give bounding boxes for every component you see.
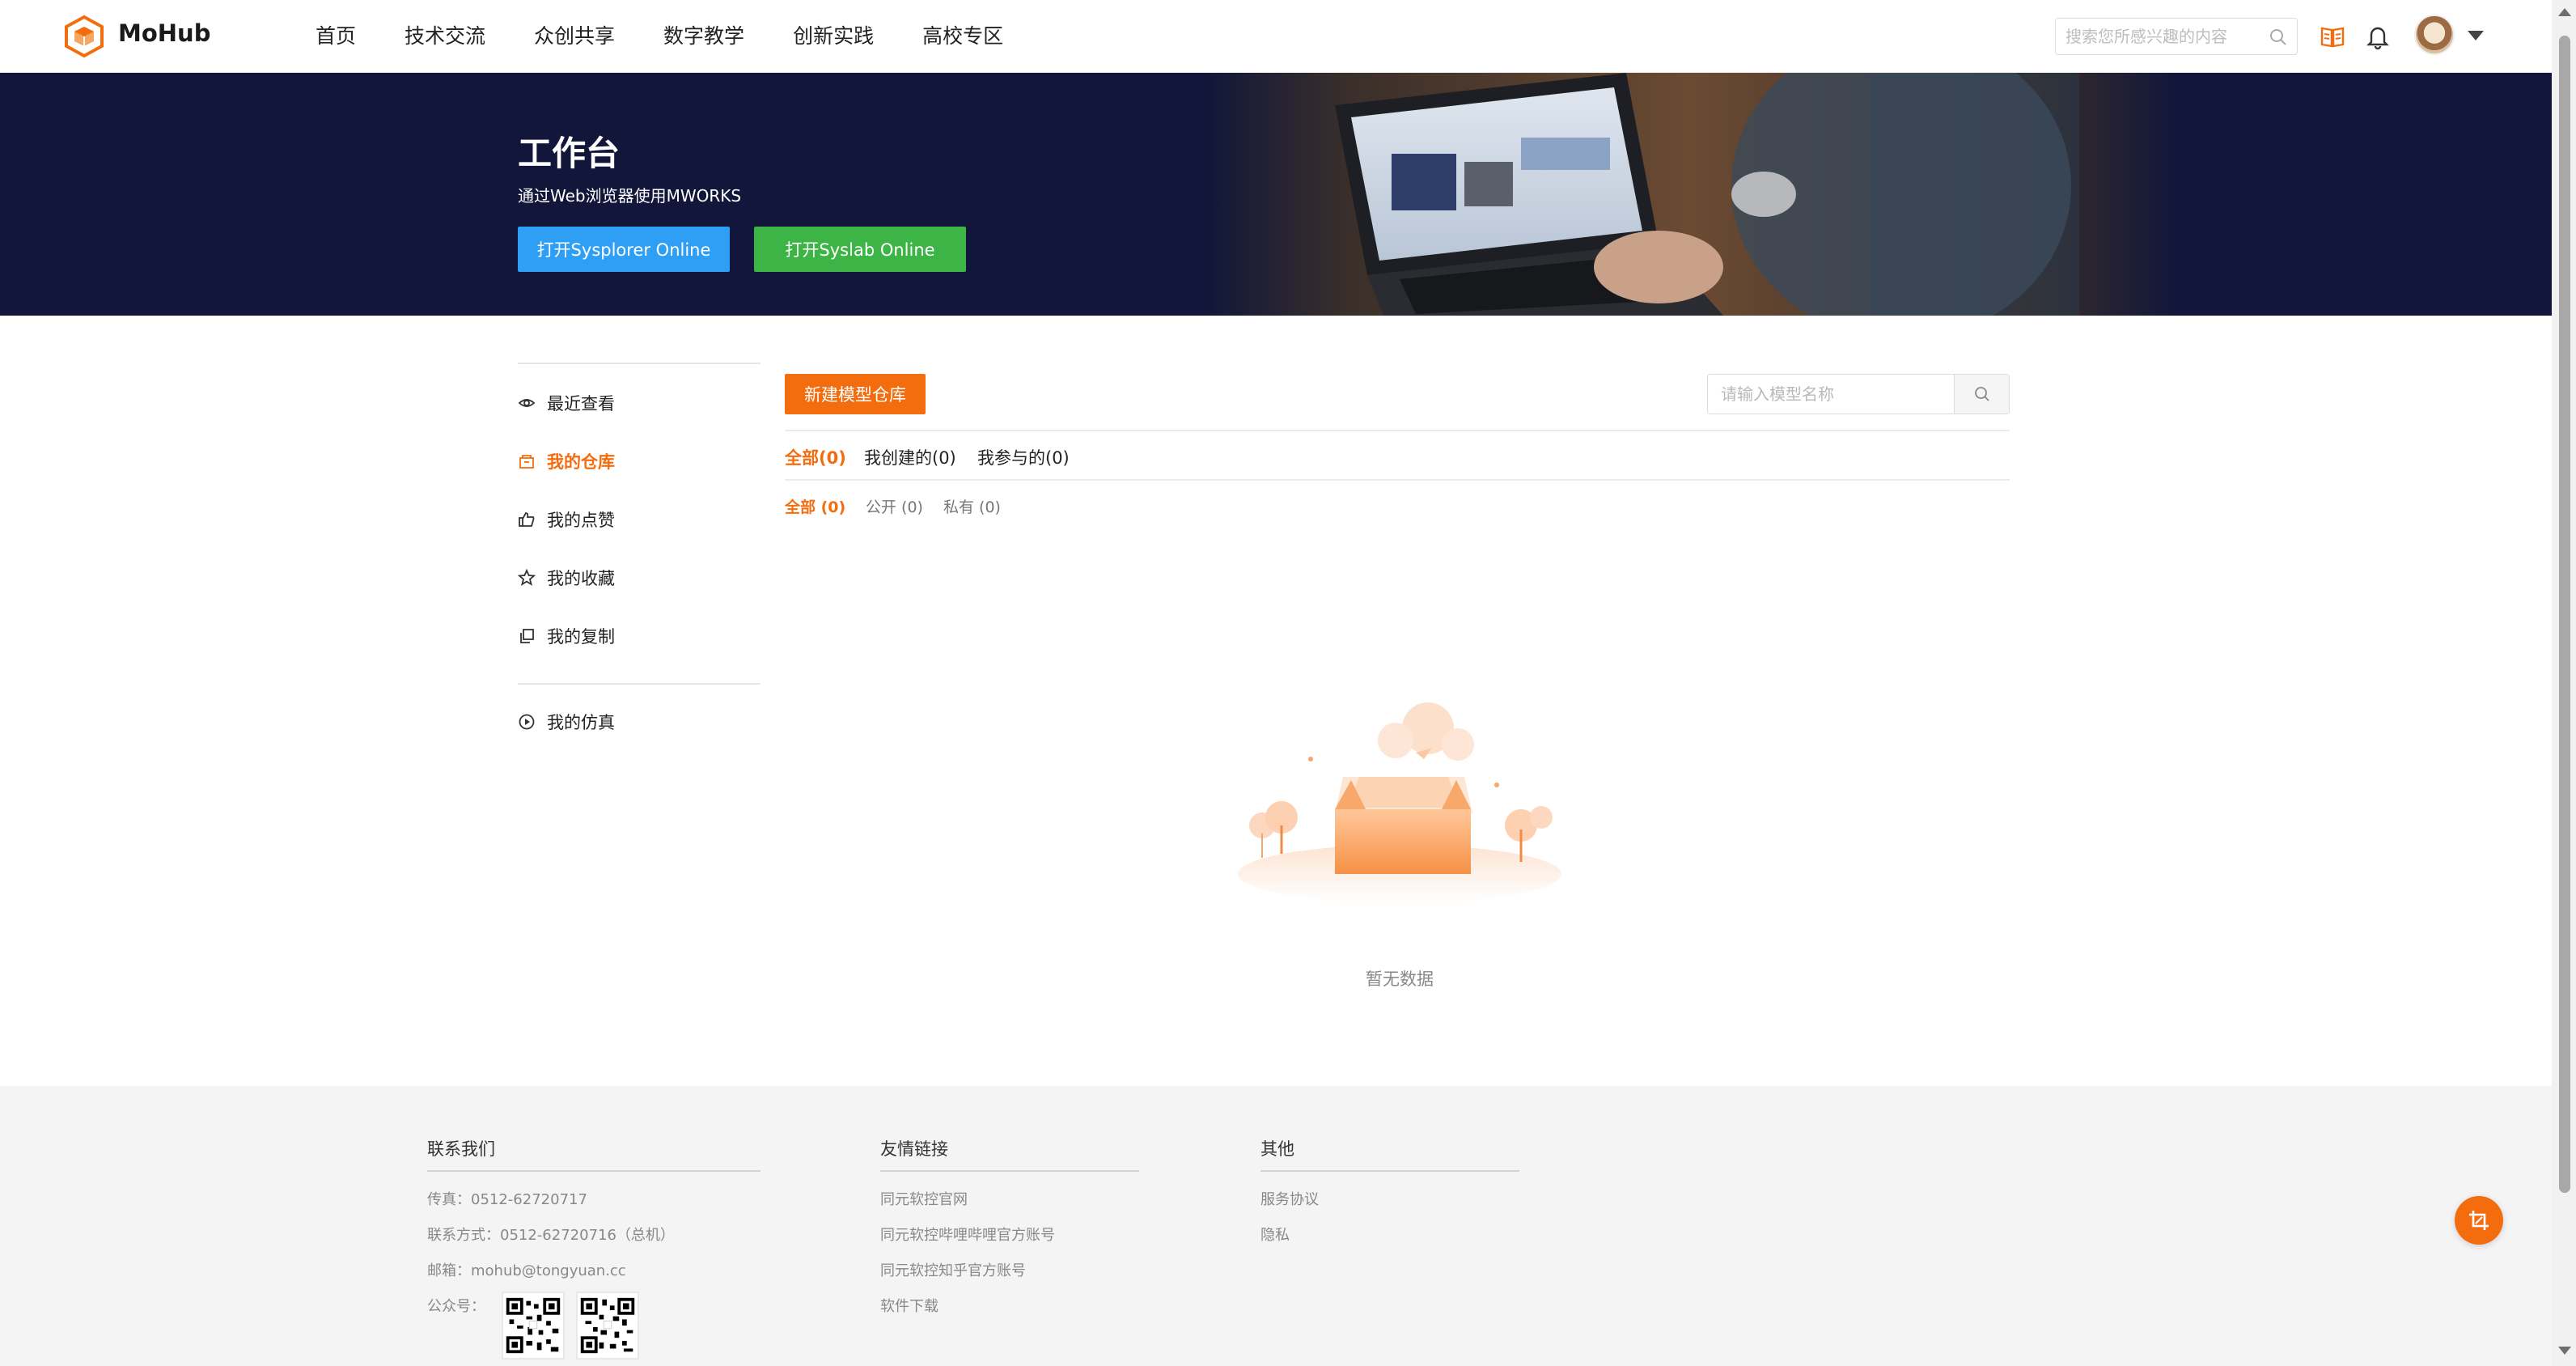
book-icon[interactable] — [2319, 23, 2346, 50]
footer-phone: 联系方式：0512-62720716（总机） — [427, 1227, 675, 1244]
open-syslab-button[interactable]: 打开Syslab Online — [754, 227, 966, 272]
star-icon — [518, 569, 536, 586]
sidebar-item-label: 我的复制 — [547, 627, 615, 647]
model-search-input[interactable] — [1708, 375, 1954, 414]
sidebar-item-favorites[interactable]: 我的收藏 — [518, 562, 615, 594]
footer-other-title: 其他 — [1260, 1139, 1294, 1159]
nav-item-digital-teaching[interactable]: 数字教学 — [663, 0, 744, 73]
empty-box-illustration — [1238, 702, 1561, 903]
wechat-qr-code-2 — [576, 1292, 639, 1360]
brand-name[interactable]: MoHub — [118, 19, 210, 47]
nav-item-home[interactable]: 首页 — [316, 0, 356, 73]
sidebar-item-label: 我的收藏 — [547, 569, 615, 588]
sidebar-divider — [518, 683, 761, 685]
crop-icon — [2469, 1211, 2489, 1230]
mohub-logo-icon[interactable] — [61, 14, 107, 59]
top-navbar: MoHub 首页 技术交流 众创共享 数字教学 创新实践 高校专区 — [0, 0, 2552, 73]
model-search-button[interactable] — [1954, 375, 2009, 414]
model-search — [1707, 374, 2010, 414]
sidebar-item-label: 我的仓库 — [547, 452, 615, 472]
new-model-repo-button[interactable]: 新建模型仓库 — [785, 374, 926, 414]
footer-contact-title: 联系我们 — [427, 1139, 495, 1159]
nav-item-university[interactable]: 高校专区 — [922, 0, 1003, 73]
search-icon[interactable] — [2268, 27, 2289, 48]
tab-participated[interactable]: 我参与的(0) — [977, 445, 1070, 469]
nav-item-crowd-share[interactable]: 众创共享 — [534, 0, 615, 73]
sidebar-divider — [518, 363, 761, 364]
footer-links-divider — [880, 1170, 1139, 1172]
nav-item-innovation[interactable]: 创新实践 — [793, 0, 874, 73]
sidebar-item-likes[interactable]: 我的点赞 — [518, 503, 615, 536]
play-circle-icon — [519, 714, 535, 730]
footer-wechat-label: 公众号： — [427, 1298, 485, 1315]
user-avatar[interactable] — [2414, 15, 2455, 55]
footer-link-service-agreement[interactable]: 服务协议 — [1260, 1188, 1319, 1209]
site-search-input[interactable] — [2065, 25, 2260, 48]
scroll-up-arrow-icon[interactable] — [2558, 8, 2571, 16]
sidebar-item-label: 我的点赞 — [547, 511, 615, 530]
site-search — [2055, 18, 2298, 55]
thumbs-up-icon — [519, 512, 535, 527]
footer-link-privacy[interactable]: 隐私 — [1260, 1224, 1290, 1245]
page: MoHub 首页 技术交流 众创共享 数字教学 创新实践 高校专区 搜索您所感兴… — [0, 0, 2552, 1366]
footer-fax: 传真：0512-62720717 — [427, 1191, 587, 1208]
chevron-down-icon[interactable] — [2468, 31, 2484, 40]
sidebar-item-simulations[interactable]: 我的仿真 — [518, 706, 615, 738]
scrollbar-thumb[interactable] — [2559, 36, 2570, 1193]
open-sysplorer-button[interactable]: 打开Sysplorer Online — [518, 227, 730, 272]
search-icon — [1975, 387, 1989, 401]
subtab-public[interactable]: 公开 (0) — [866, 495, 923, 517]
page-title: 工作台 — [518, 134, 621, 173]
sidebar-item-my-repos[interactable]: 我的仓库 — [518, 445, 615, 477]
eye-icon — [518, 399, 536, 407]
repo-icon — [519, 455, 534, 469]
subtab-all[interactable]: 全部 (0) — [785, 495, 845, 517]
sidebar-item-copies[interactable]: 我的复制 — [518, 620, 615, 652]
footer-link-bilibili[interactable]: 同元软控哔哩哔哩官方账号 — [880, 1224, 1055, 1245]
footer-link-official-site[interactable]: 同元软控官网 — [880, 1188, 968, 1209]
footer-link-download[interactable]: 软件下载 — [880, 1295, 938, 1316]
footer-links-title: 友情链接 — [880, 1139, 948, 1159]
tab-created[interactable]: 我创建的(0) — [864, 445, 956, 469]
footer-contact-divider — [427, 1170, 761, 1172]
toolbar-divider — [785, 430, 2010, 431]
empty-state-text: 暂无数据 — [1366, 969, 1434, 989]
sidebar-item-recent[interactable]: 最近查看 — [518, 387, 615, 419]
subtab-private[interactable]: 私有 (0) — [943, 495, 1001, 517]
wechat-qr-code-1 — [502, 1292, 565, 1360]
sidebar-item-label: 最近查看 — [547, 394, 615, 414]
main-nav: 首页 技术交流 众创共享 数字教学 创新实践 高校专区 — [316, 0, 1052, 73]
page-scrollbar[interactable] — [2552, 0, 2576, 1366]
banner-laptop-image — [1205, 73, 2176, 316]
footer-email: 邮箱：mohub@tongyuan.cc — [427, 1262, 626, 1279]
tabs-divider — [785, 479, 2010, 481]
footer-link-zhihu[interactable]: 同元软控知乎官方账号 — [880, 1259, 1026, 1280]
copy-icon — [520, 629, 534, 643]
workbench-banner: 工作台 通过Web浏览器使用MWORKS 打开Sysplorer Online … — [0, 73, 2552, 316]
tab-all[interactable]: 全部(0) — [785, 445, 846, 469]
nav-item-tech-exchange[interactable]: 技术交流 — [405, 0, 485, 73]
floating-action-button[interactable] — [2455, 1196, 2503, 1245]
scroll-down-arrow-icon[interactable] — [2558, 1347, 2571, 1355]
sidebar-item-label: 我的仿真 — [547, 713, 615, 732]
bell-icon[interactable] — [2364, 23, 2392, 50]
footer-other-divider — [1260, 1170, 1519, 1172]
banner-subtitle: 通过Web浏览器使用MWORKS — [518, 186, 742, 206]
